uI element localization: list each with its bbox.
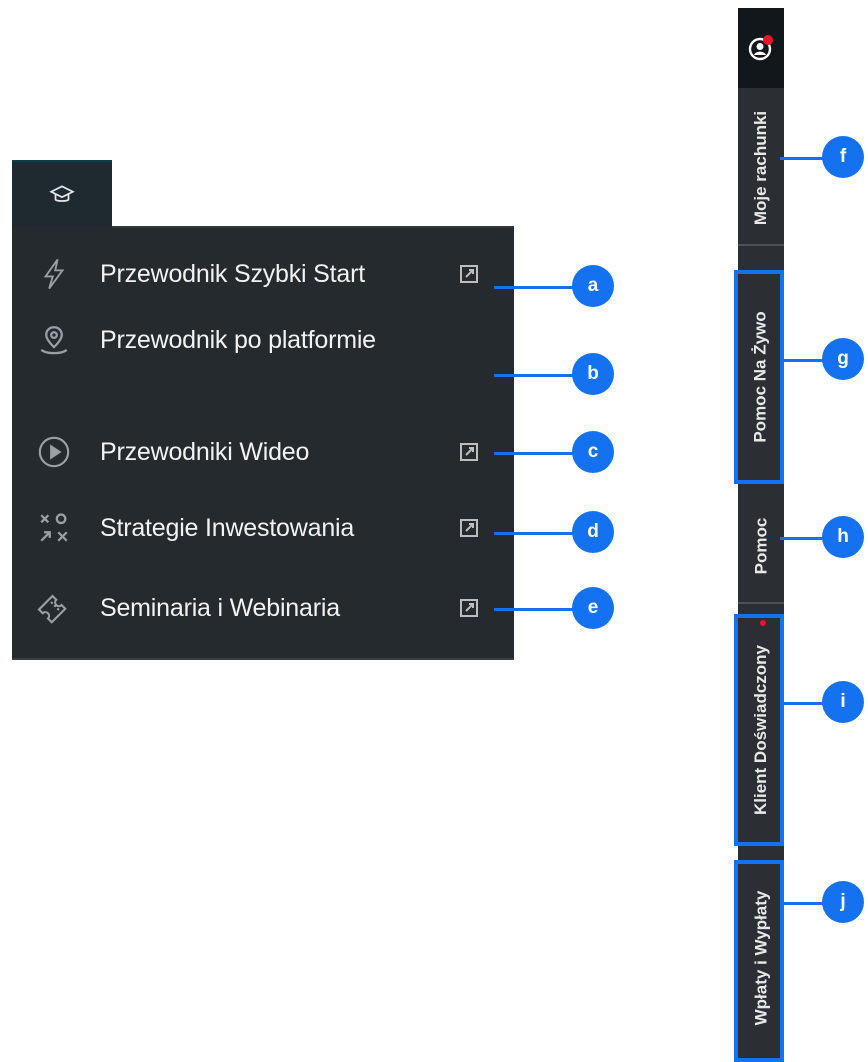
map-pin-icon (34, 320, 74, 360)
menu-item-label: Strategie Inwestowania (100, 513, 355, 542)
callout-badge-j: j (822, 881, 864, 923)
menu-item-quick-start[interactable]: Przewodnik Szybki Start (12, 244, 514, 304)
menu-item-label: Seminaria i Webinaria (100, 593, 340, 622)
education-tab[interactable] (12, 160, 112, 228)
external-link-icon (458, 597, 480, 619)
highlight-box (734, 614, 784, 846)
graduation-cap-icon (49, 185, 75, 202)
callout-badge-b: b (572, 353, 614, 395)
play-circle-icon (34, 432, 74, 472)
strategy-xo-icon (34, 508, 74, 548)
external-link-icon (458, 263, 480, 285)
callout-badge-c: c (572, 431, 614, 473)
callout-badge-d: d (572, 511, 614, 553)
menu-item-investing-strategies[interactable]: Strategie Inwestowania (12, 498, 514, 558)
account-button[interactable] (738, 8, 784, 88)
education-menu: Przewodnik Szybki Start Przewodnik po pl… (12, 226, 514, 660)
sidebar-separator (738, 602, 784, 604)
highlight-box (734, 270, 784, 484)
sidebar-separator (738, 244, 784, 246)
sidebar-item-help[interactable]: Pomoc (738, 496, 784, 596)
callout-badge-i: i (822, 681, 864, 723)
sidebar-item-label: Pomoc (751, 517, 770, 575)
notification-dot (760, 620, 766, 626)
menu-item-label: Przewodniki Wideo (100, 437, 310, 466)
callout-badge-f: f (822, 136, 864, 178)
menu-item-platform-guide[interactable]: Przewodnik po platformie (12, 310, 514, 370)
user-avatar-icon (748, 35, 773, 61)
sidebar-item-label: Moje rachunki (751, 110, 770, 226)
callout-badge-h: h (822, 516, 864, 558)
lightning-icon (34, 254, 74, 294)
menu-item-video-guides[interactable]: Przewodniki Wideo (12, 422, 514, 482)
menu-item-label: Przewodnik Szybki Start (100, 259, 365, 288)
menu-item-label: Przewodnik po platformie (100, 325, 376, 354)
sidebar-item-my-accounts[interactable]: Moje rachunki (738, 100, 784, 236)
callout-badge-e: e (572, 587, 614, 629)
menu-item-seminars-webinars[interactable]: Seminaria i Webinaria (12, 578, 514, 638)
notification-dot (763, 35, 773, 45)
highlight-box (734, 860, 784, 1062)
external-link-icon (458, 517, 480, 539)
ticket-icon (34, 588, 74, 628)
external-link-icon (458, 441, 480, 463)
callout-badge-a: a (572, 265, 614, 307)
callout-badge-g: g (822, 338, 864, 380)
